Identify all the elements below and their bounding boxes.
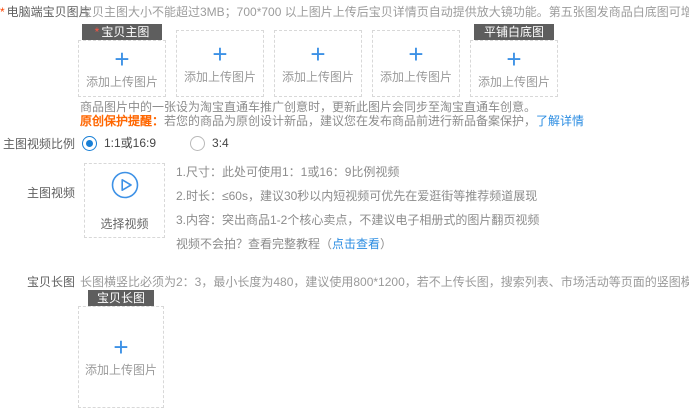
train-sync-note: 商品图片中的一张设为淘宝直通车推广创意时，更新此图片会同步至淘宝直通车创意。 (80, 100, 536, 114)
long-image-rules: 长图横竖比必须为2：3，最小长度为480，建议使用800*1200，若不上传长图… (80, 275, 689, 289)
field-label-video-ratio: 主图视频比例 (0, 137, 75, 151)
protection-reminder-text: 若您的商品为原创设计新品，建议您在发布商品前进行新品备案保护， (164, 114, 536, 128)
slot-tab-white-background: 平铺白底图 (474, 24, 554, 40)
upload-slot-long-image: 宝贝长图 + 添加上传图片 (78, 290, 164, 408)
upload-slots-row: *宝贝主图 + 添加上传图片 + 添加上传图片 + 添加上传图片 + 添加上传图… (78, 24, 558, 97)
video-tips-list: 1.尺寸：此处可使用1：1或16：9比例视频 2.时长：≤60s，建议30秒以内… (176, 160, 539, 256)
radio-selected-icon[interactable] (82, 136, 97, 151)
field-label-long-image: 宝贝长图 (0, 275, 75, 289)
video-help-text: 视频不会拍？查看完整教程（ (176, 237, 332, 251)
plus-icon: + (212, 43, 227, 65)
upload-action-label: 添加上传图片 (184, 68, 256, 85)
ratio-option-label: 3:4 (212, 134, 229, 152)
upload-slot-main-image: *宝贝主图 + 添加上传图片 (78, 24, 166, 97)
upload-action-label: 添加上传图片 (478, 73, 550, 90)
upload-dropzone[interactable]: + 添加上传图片 (470, 40, 558, 97)
radio-unselected-icon[interactable] (190, 136, 205, 151)
field-label-pc-product-images: *电脑端宝贝图片 (0, 5, 75, 19)
select-video-label: 选择视频 (100, 215, 148, 232)
video-tip-content: 3.内容：突出商品1-2个核心卖点，不建议电子相册式的图片翻页视频 (176, 208, 539, 232)
protection-reminder-prefix: 原创保护提醒： (80, 114, 164, 128)
plus-icon: + (113, 336, 128, 358)
plus-icon: + (408, 43, 423, 65)
upload-dropzone[interactable]: + 添加上传图片 (372, 30, 460, 97)
plus-icon: + (310, 43, 325, 65)
original-protection-note: 原创保护提醒：若您的商品为原创设计新品，建议您在发布商品前进行新品备案保护，了解… (80, 114, 584, 128)
slot-tab-main-image: *宝贝主图 (82, 24, 162, 40)
long-image-rules-text: 长图横竖比必须为2：3，最小长度为480，建议使用800*1200，若不上传长图… (80, 275, 689, 289)
video-help-line: 视频不会拍？查看完整教程（点击查看） (176, 232, 539, 256)
select-video-button[interactable]: 选择视频 (84, 163, 165, 238)
required-asterisk: * (95, 25, 100, 39)
upload-slot-4: + 添加上传图片 (372, 24, 460, 97)
upload-dropzone[interactable]: + 添加上传图片 (176, 30, 264, 97)
upload-slot-white-background: 平铺白底图 + 添加上传图片 (470, 24, 558, 97)
slot-tab-label: 宝贝主图 (101, 25, 149, 39)
upload-action-label: 添加上传图片 (380, 68, 452, 85)
slot-tab-long-image: 宝贝长图 (88, 290, 154, 306)
field-label-main-video: 主图视频 (0, 186, 75, 200)
ratio-option-label: 1:1或16:9 (104, 134, 156, 152)
main-image-rules-text: 宝贝主图大小不能超过3MB；700*700 以上图片上传后宝贝详情页自动提供放大… (80, 5, 685, 19)
upload-dropzone[interactable]: + 添加上传图片 (78, 40, 166, 97)
plus-icon: + (506, 48, 521, 70)
video-help-suffix: ） (380, 237, 392, 251)
upload-dropzone[interactable]: + 添加上传图片 (78, 306, 164, 408)
slot-tab-label: 平铺白底图 (484, 25, 544, 39)
product-image-upload-form: *电脑端宝贝图片 宝贝主图大小不能超过3MB；700*700 以上图片上传后宝贝… (0, 0, 689, 413)
ratio-option-3-4[interactable]: 3:4 (190, 134, 229, 152)
upload-action-label: 添加上传图片 (85, 361, 157, 378)
video-ratio-options: 1:1或16:9 3:4 (82, 134, 229, 152)
ratio-option-1-1-or-16-9[interactable]: 1:1或16:9 (82, 134, 156, 152)
video-tip-size: 1.尺寸：此处可使用1：1或16：9比例视频 (176, 160, 539, 184)
upload-action-label: 添加上传图片 (86, 73, 158, 90)
play-circle-icon (110, 170, 140, 203)
plus-icon: + (114, 48, 129, 70)
required-asterisk: * (0, 5, 5, 19)
video-tip-duration: 2.时长：≤60s，建议30秒以内短视频可优先在爱逛街等推荐频道展现 (176, 184, 539, 208)
upload-dropzone[interactable]: + 添加上传图片 (274, 30, 362, 97)
upload-action-label: 添加上传图片 (282, 68, 354, 85)
upload-slot-2: + 添加上传图片 (176, 24, 264, 97)
field-label-text: 电脑端宝贝图片 (7, 5, 91, 19)
rules-text: 宝贝主图大小不能超过3MB；700*700 以上图片上传后宝贝详情页自动提供放大… (80, 5, 689, 19)
view-tutorial-link[interactable]: 点击查看 (332, 237, 380, 251)
learn-more-link[interactable]: 了解详情 (536, 114, 584, 128)
upload-slot-3: + 添加上传图片 (274, 24, 362, 97)
